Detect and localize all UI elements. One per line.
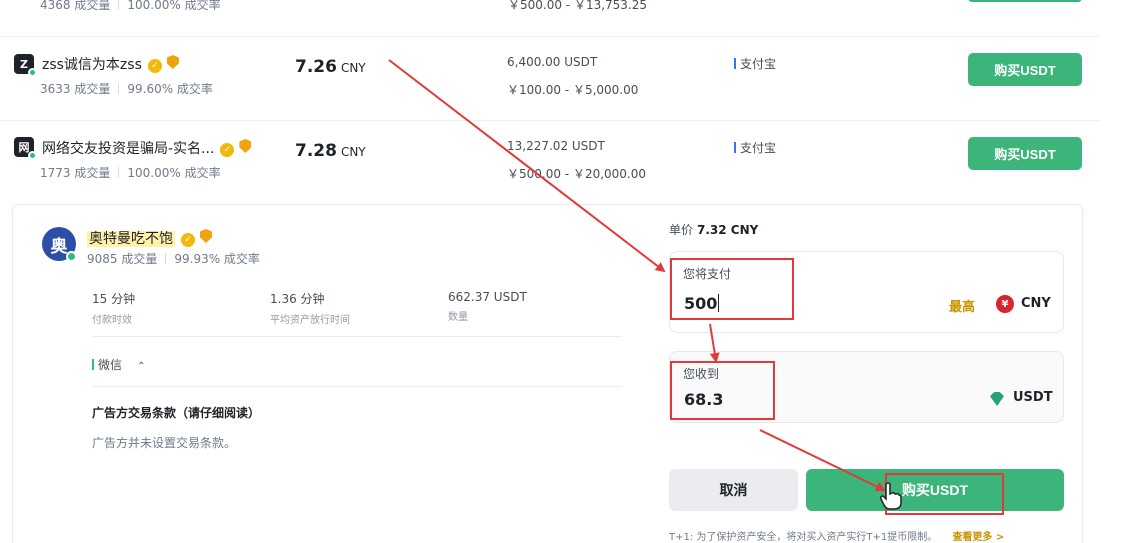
max-button[interactable]: 最高 [949, 296, 975, 315]
buy-usdt-button[interactable]: 购买USDT [968, 137, 1082, 170]
top-row-buy-button[interactable] [968, 0, 1082, 2]
chevron-up-icon[interactable]: ⌃ [137, 361, 145, 372]
t1-notice: T+1: 为了保护资产安全，将对买入资产实行T+1提币限制。 查看更多 > [669, 532, 1005, 543]
merchant-avatar[interactable]: 网 [14, 137, 37, 160]
hand-cursor-icon [880, 482, 902, 510]
see-more-link[interactable]: 查看更多 > [952, 532, 1004, 543]
verified-check-icon: ✓ [220, 143, 235, 157]
pay-label: 您将支付 [683, 267, 732, 281]
merchant-stats: 1773 成交量 100.00% 成交率 [40, 166, 221, 180]
metric-quantity: 662.37 USDT 数量 [448, 290, 527, 323]
row-divider [0, 120, 1100, 121]
payment-method: 支付宝 [734, 55, 776, 72]
online-indicator [66, 251, 77, 262]
merchant-stats: 3633 成交量 99.60% 成交率 [40, 82, 213, 96]
payment-method-toggle[interactable]: 微信 ⌃ [92, 354, 146, 373]
highlighted-merchant-name[interactable]: 奥特曼吃不饱 [87, 231, 175, 247]
terms-body: 广告方并未设置交易条款。 [92, 436, 237, 450]
shield-badge-icon [200, 229, 212, 243]
ad-available: 6,400.00 USDT [507, 55, 598, 69]
verified-check-icon: ✓ [181, 233, 195, 247]
online-indicator [28, 68, 37, 77]
ad-limit: ￥100.00 - ￥5,000.00 [507, 83, 639, 97]
ad-available: 13,227.02 USDT [507, 139, 605, 153]
ad-price: 7.28 CNY [295, 141, 366, 161]
merchant-name[interactable]: 网络交友投资是骗局-实名... ✓ [42, 138, 252, 158]
merchant-avatar-large[interactable]: 奥 [42, 227, 77, 262]
receive-amount-field[interactable] [669, 351, 1064, 423]
receive-input[interactable]: 68.3 [684, 390, 723, 409]
payment-method: 支付宝 [734, 139, 776, 156]
divider [92, 386, 622, 387]
metric-payment-time: 15 分钟 付款时效 [92, 292, 136, 326]
top-row-rate: 100.00% 成交率 [127, 0, 221, 12]
metric-release-time: 1.36 分钟 平均资产放行时间 [270, 292, 350, 326]
merchant-stats: 9085 成交量 99.93% 成交率 [87, 252, 260, 266]
receive-currency: USDT [1013, 390, 1053, 405]
shield-badge-icon [239, 139, 252, 153]
divider [92, 336, 622, 337]
cny-currency-icon: ¥ [996, 295, 1014, 313]
ad-price: 7.26 CNY [295, 57, 366, 77]
pay-input[interactable]: 500 [684, 294, 720, 313]
top-row-stats: 4368 成交量 100.00% 成交率 [40, 0, 221, 13]
receive-label: 您收到 [683, 367, 720, 381]
online-indicator [28, 151, 37, 160]
terms-title: 广告方交易条款（请仔细阅读） [92, 406, 261, 420]
merchant-name[interactable]: zss诚信为本zss ✓ [42, 54, 179, 74]
cancel-button[interactable]: 取消 [669, 469, 798, 511]
confirm-buy-usdt-button[interactable]: 购买USDT [806, 469, 1064, 511]
top-row-trades: 4368 成交量 [40, 0, 111, 12]
row-divider [0, 36, 1100, 37]
unit-price: 单价 7.32 CNY [669, 223, 759, 237]
pay-amount-field[interactable] [669, 251, 1064, 333]
top-row-limit: ￥500.00 - ￥13,753.25 [508, 0, 648, 12]
pay-currency: CNY [1021, 296, 1051, 311]
ad-limit: ￥500.00 - ￥20,000.00 [507, 167, 647, 181]
buy-usdt-button[interactable]: 购买USDT [968, 53, 1082, 86]
verified-check-icon: ✓ [147, 59, 162, 73]
merchant-avatar[interactable]: Z [14, 54, 37, 77]
shield-badge-icon [166, 55, 179, 69]
merchant-name[interactable]: 奥特曼吃不饱 ✓ [87, 228, 212, 248]
